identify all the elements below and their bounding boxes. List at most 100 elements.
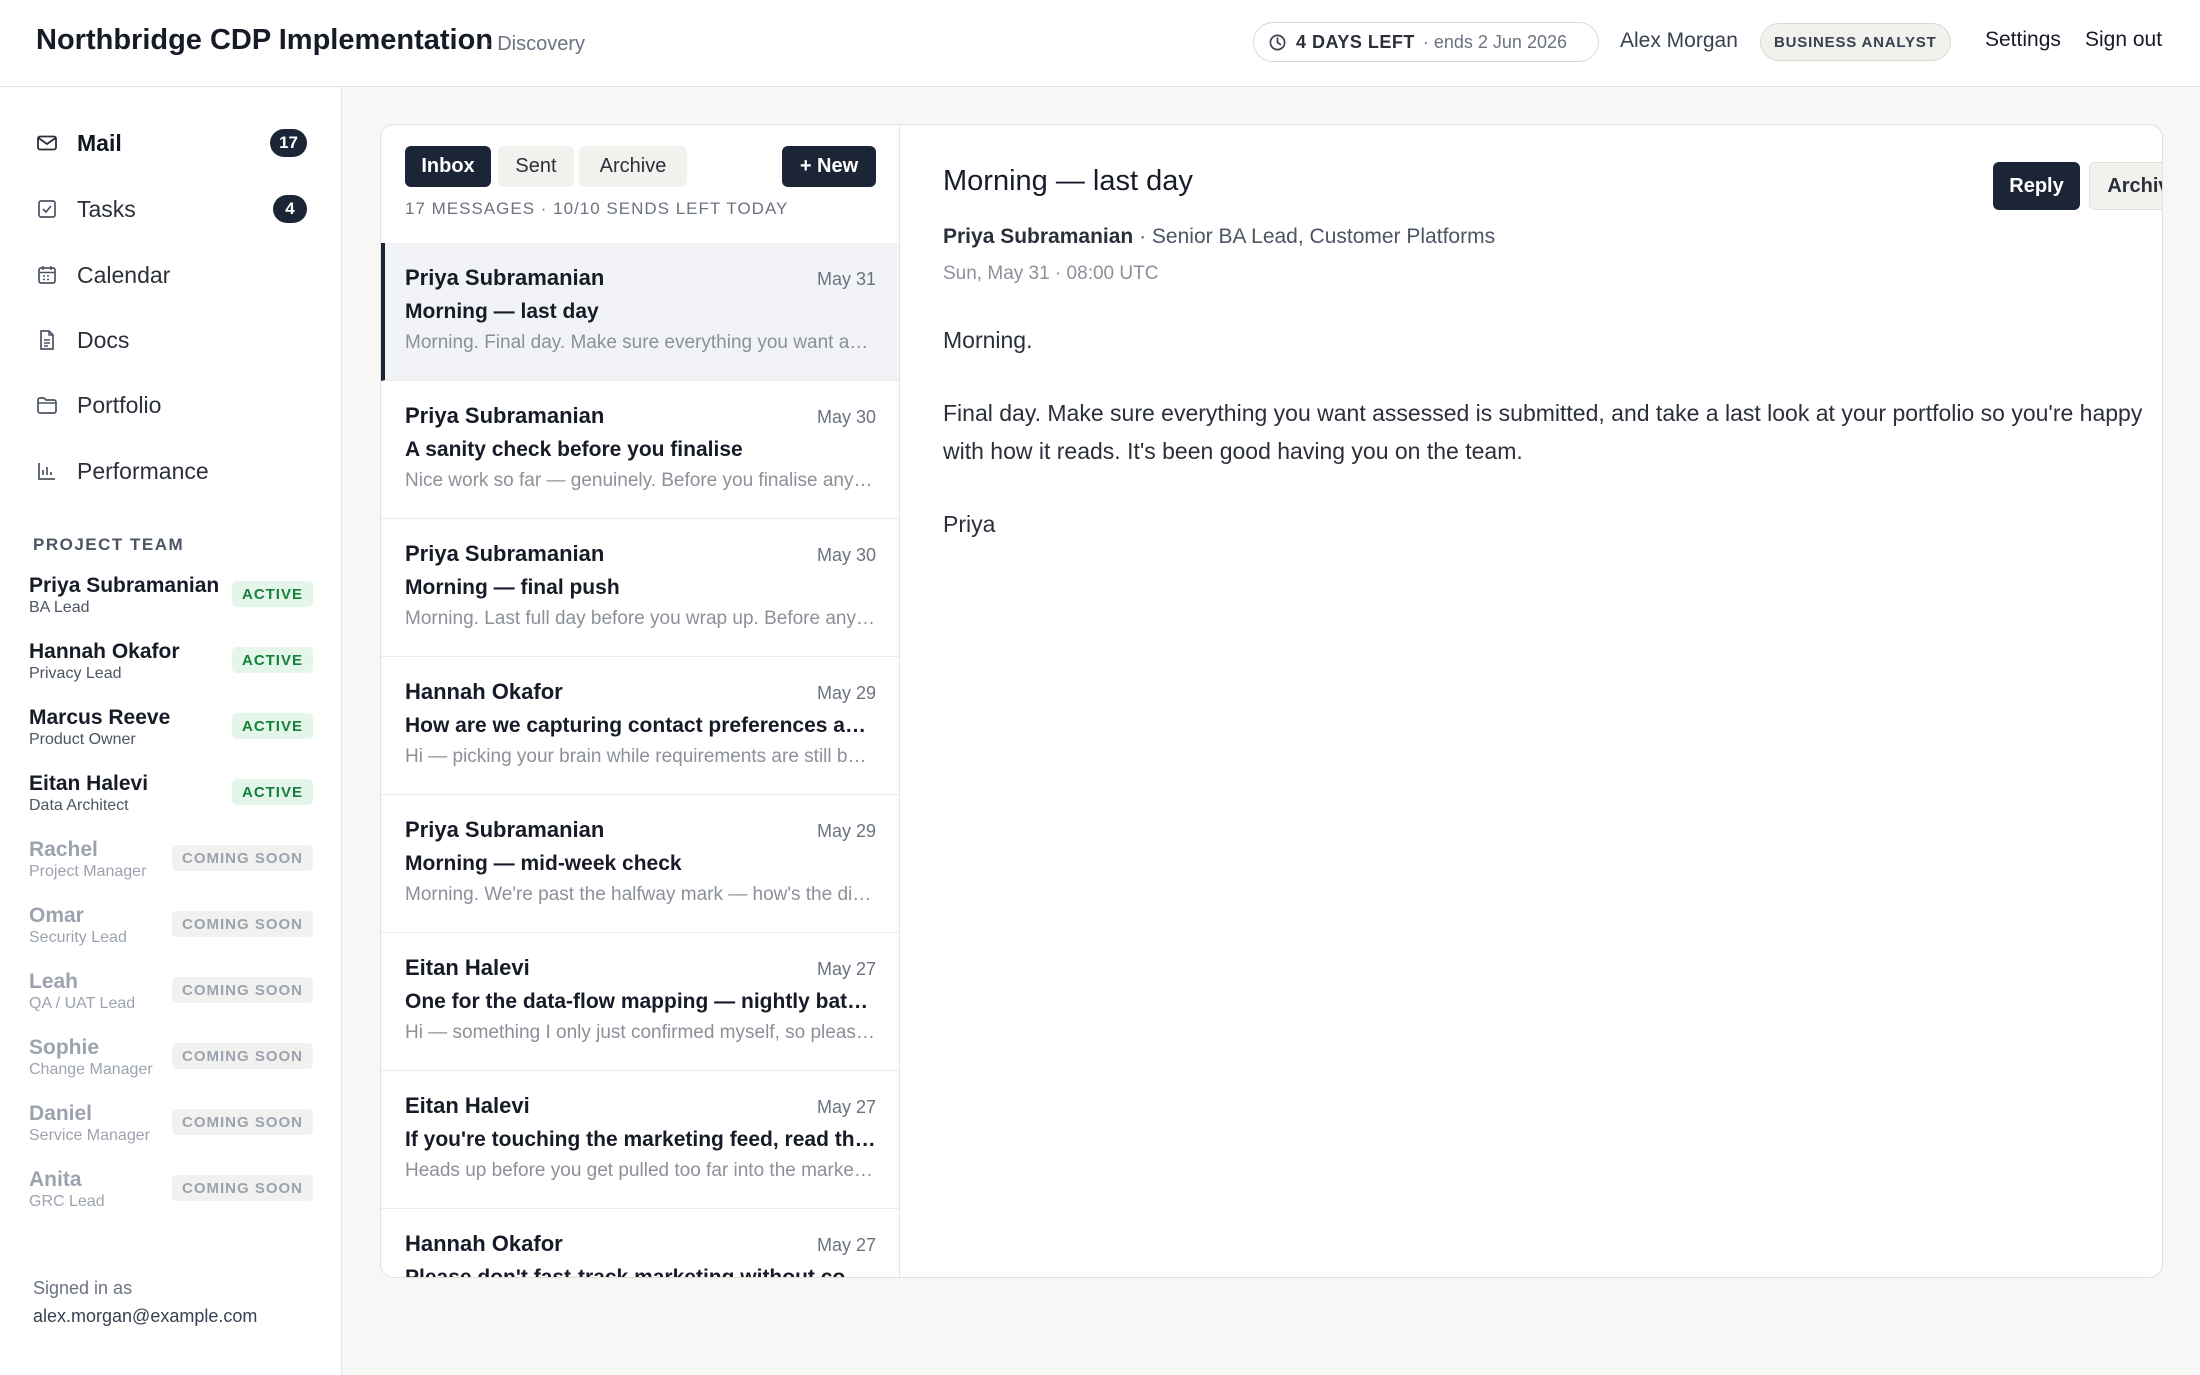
message-body: Morning. Final day. Make sure everything… (943, 321, 2143, 578)
status-badge: ACTIVE (231, 713, 313, 739)
message-date: May 29 (816, 821, 876, 841)
member-name: Rachel (29, 838, 98, 861)
nav-performance[interactable]: Performance (0, 443, 342, 499)
message-date: May 27 (816, 1235, 876, 1255)
team-member: Rachel Project Manager COMING SOON (0, 838, 342, 898)
nav-label: Docs (77, 326, 130, 353)
clock-icon (1269, 34, 1286, 50)
calendar-icon (38, 266, 56, 284)
reader-subject: Morning — last day (943, 165, 1193, 197)
tab-inbox[interactable]: Inbox (405, 146, 491, 187)
message-sender: Eitan Halevi (405, 1093, 530, 1118)
user-name: Alex Morgan (1620, 29, 1738, 52)
checkbox-icon (38, 200, 56, 218)
member-name: Anita (29, 1168, 82, 1191)
message-preview: Heads up before you get pulled too far i… (405, 1160, 877, 1181)
member-role: Service Manager (29, 1127, 150, 1144)
message-list: Inbox Sent Archive + New 17 MESSAGES · 1… (381, 125, 900, 1277)
member-role: QA / UAT Lead (29, 995, 136, 1012)
team-member: Anita GRC Lead COMING SOON (0, 1168, 342, 1228)
message-preview: Hi — picking your brain while requiremen… (405, 746, 877, 767)
nav-tasks[interactable]: Tasks 4 (0, 181, 342, 237)
sender-name: Priya Subramanian (943, 225, 1134, 248)
nav-label: Performance (77, 457, 209, 484)
signed-in-email: alex.morgan@example.com (33, 1306, 258, 1326)
list-item[interactable]: Eitan Halevi May 27 One for the data-flo… (381, 933, 899, 1071)
member-role: Privacy Lead (29, 665, 122, 682)
message-preview: Morning. Last full day before you wrap u… (405, 608, 877, 629)
message-date: May 29 (816, 683, 876, 703)
message-sender: Priya Subramanian (405, 817, 605, 842)
message-date: May 30 (816, 545, 876, 565)
sign-out-link[interactable]: Sign out (2085, 28, 2162, 52)
message-subject: One for the data-flow mapping — nightly … (405, 990, 877, 1013)
signed-in-label: Signed in as (33, 1278, 133, 1298)
status-badge: COMING SOON (171, 1043, 313, 1069)
body-paragraph: Final day. Make sure everything you want… (943, 400, 2143, 464)
status-badge: ACTIVE (231, 581, 313, 607)
message-date: May 31 (816, 269, 876, 289)
team-member: Marcus Reeve Product Owner ACTIVE (0, 706, 342, 766)
message-sender: Hannah Okafor (405, 679, 563, 704)
unread-count-badge: 17 (270, 129, 307, 157)
member-role: Security Lead (29, 929, 127, 946)
message-subject: Morning — last day (405, 300, 599, 323)
message-subject: A sanity check before you finalise (405, 438, 743, 461)
member-name: Sophie (29, 1036, 100, 1059)
archive-button[interactable]: Archive (2089, 162, 2162, 210)
list-item[interactable]: Priya Subramanian May 30 Morning — final… (381, 519, 899, 657)
reader-date: Sun, May 31 · 08:00 UTC (943, 263, 1159, 284)
app-title: Northbridge CDP Implementation (36, 24, 494, 56)
team-member: Priya Subramanian BA Lead ACTIVE (0, 574, 342, 634)
team-member: Omar Security Lead COMING SOON (0, 904, 342, 964)
nav-docs[interactable]: Docs (0, 312, 342, 368)
task-count-badge: 4 (273, 195, 307, 223)
status-badge: COMING SOON (171, 845, 313, 871)
member-role: Product Owner (29, 731, 136, 748)
message-sender: Hannah Okafor (405, 1231, 563, 1256)
list-item[interactable]: Hannah Okafor May 27 Please don't fast-t… (381, 1209, 899, 1277)
sender-title: · Senior BA Lead, Customer Platforms (1133, 225, 1496, 248)
member-name: Priya Subramanian (29, 574, 220, 597)
member-role: Change Manager (29, 1061, 153, 1078)
message-count: 17 MESSAGES · 10/10 SENDS LEFT TODAY (405, 199, 789, 218)
settings-link[interactable]: Settings (1985, 28, 2061, 52)
member-name: Marcus Reeve (29, 706, 171, 729)
message-date: May 27 (816, 1097, 876, 1117)
message-subject: How are we capturing contact preferences… (405, 714, 877, 737)
days-left: 4 DAYS LEFT (1296, 31, 1415, 52)
status-badge: COMING SOON (171, 911, 313, 937)
team-member: Leah QA / UAT Lead COMING SOON (0, 970, 342, 1030)
folder-icon (37, 397, 57, 414)
message-subject: If you're touching the marketing feed, r… (405, 1128, 877, 1151)
reply-button[interactable]: Reply (1993, 162, 2080, 210)
message-sender: Priya Subramanian (405, 265, 605, 290)
body-paragraph: Priya (943, 511, 996, 537)
nav-mail[interactable]: Mail 17 (0, 115, 342, 171)
member-name: Hannah Okafor (29, 640, 180, 663)
member-name: Leah (29, 970, 79, 993)
new-message-button[interactable]: + New (782, 146, 876, 187)
tab-archive[interactable]: Archive (579, 146, 687, 187)
list-item[interactable]: Priya Subramanian May 30 A sanity check … (381, 381, 899, 519)
message-preview: Morning. Final day. Make sure everything… (405, 332, 877, 353)
list-item[interactable]: Eitan Halevi May 27 If you're touching t… (381, 1071, 899, 1209)
top-bar: Northbridge CDP Implementation · Discove… (0, 0, 2200, 87)
list-item[interactable]: Hannah Okafor May 29 How are we capturin… (381, 657, 899, 795)
nav-portfolio[interactable]: Portfolio (0, 377, 342, 433)
member-role: BA Lead (29, 599, 90, 616)
sidebar: Mail 17 Tasks 4 Calendar Docs Portfolio … (0, 87, 342, 1375)
message-subject: Morning — mid-week check (405, 852, 682, 875)
nav-label: Mail (77, 129, 122, 156)
message-sender: Priya Subramanian (405, 541, 605, 566)
message-sender: Priya Subramanian (405, 403, 605, 428)
list-item[interactable]: Priya Subramanian May 29 Morning — mid-w… (381, 795, 899, 933)
role-badge: BUSINESS ANALYST (1760, 23, 1951, 61)
list-item[interactable]: Priya Subramanian May 31 Morning — last … (381, 243, 899, 381)
message-reader: Morning — last day Reply Archive Priya S… (900, 125, 2162, 1277)
message-preview: Hi — something I only just confirmed mys… (405, 1022, 877, 1043)
message-date: May 27 (816, 959, 876, 979)
nav-calendar[interactable]: Calendar (0, 247, 342, 303)
message-preview: Morning. We're past the halfway mark — h… (405, 884, 877, 905)
tab-sent[interactable]: Sent (498, 146, 574, 187)
